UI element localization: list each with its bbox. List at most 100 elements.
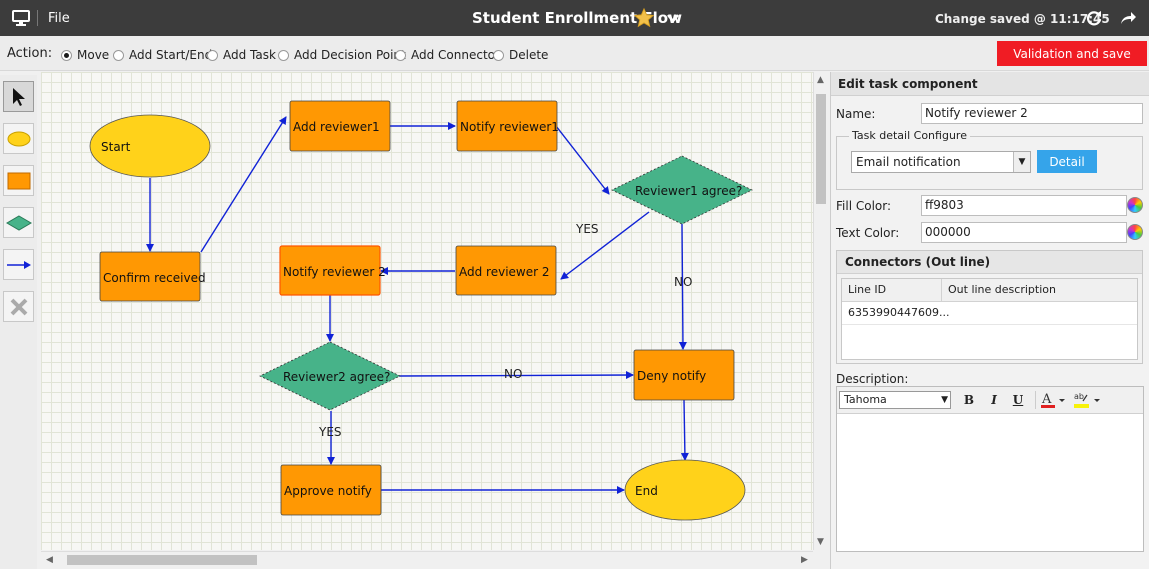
edge-label-rev1-yes: YES: [575, 222, 599, 236]
refresh-icon[interactable]: [1086, 10, 1102, 26]
radio-label: Add Start/End: [129, 48, 213, 62]
font-value: Tahoma: [844, 393, 887, 406]
toolbar-divider: [1035, 391, 1036, 409]
scroll-down-icon[interactable]: ▼: [817, 537, 824, 547]
radio-dot[interactable]: [395, 49, 406, 61]
canvas-horizontal-scrollbar[interactable]: ◀ ▶: [41, 551, 813, 569]
node-label: Add reviewer1: [293, 120, 380, 134]
diamond-tool-icon: [5, 214, 32, 231]
editor-toolbar: Tahoma ▼ B I U A ab: [837, 387, 1143, 414]
radio-add-decision-point[interactable]: Add Decision Point: [278, 48, 406, 62]
highlight-color-icon[interactable]: ab: [1073, 390, 1101, 410]
star-icon[interactable]: [633, 7, 655, 29]
action-label: Action:: [7, 46, 53, 61]
radio-move[interactable]: Move: [61, 48, 109, 62]
scroll-up-icon[interactable]: ▲: [817, 75, 824, 85]
ellipse-tool-icon: [7, 131, 30, 146]
delete-tool-icon: [10, 298, 27, 315]
node-end[interactable]: End: [624, 459, 746, 521]
font-select[interactable]: Tahoma ▼: [839, 391, 951, 409]
canvas-vertical-scrollbar[interactable]: ▲ ▼: [813, 72, 829, 550]
node-approve-notify[interactable]: Approve notify: [280, 464, 382, 516]
flow-canvas[interactable]: YES NO NO YES Start Confirm received Add…: [41, 72, 813, 550]
radio-dot[interactable]: [278, 49, 289, 61]
italic-button[interactable]: I: [986, 392, 1002, 408]
table-cell: 6353990447609...: [848, 306, 950, 319]
radio-delete[interactable]: Delete: [493, 48, 548, 62]
radio-label: Add Task: [223, 48, 276, 62]
rectangle-tool-icon: [7, 172, 30, 189]
flow-diagram: YES NO NO YES Start Confirm received Add…: [89, 100, 753, 521]
task-detail-legend: Task detail Configure: [849, 129, 970, 142]
node-start[interactable]: Start: [89, 114, 211, 178]
radio-label: Delete: [509, 48, 549, 62]
scroll-left-icon[interactable]: ◀: [46, 555, 53, 565]
bold-button[interactable]: B: [961, 392, 977, 408]
node-notify-reviewer1[interactable]: Notify reviewer1: [456, 100, 559, 152]
color-picker-icon[interactable]: [1127, 197, 1143, 213]
node-label: Notify reviewer1: [460, 120, 559, 134]
name-label: Name:: [836, 107, 876, 121]
radio-add-task[interactable]: Add Task: [207, 48, 276, 62]
node-confirm-received[interactable]: Confirm received: [99, 251, 206, 302]
connectors-header: Connectors (Out line): [837, 251, 1142, 274]
name-input[interactable]: Notify reviewer 2: [921, 103, 1143, 124]
node-add-reviewer1[interactable]: Add reviewer1: [289, 100, 391, 152]
underline-button[interactable]: U: [1010, 392, 1026, 408]
node-reviewer1-agree[interactable]: Reviewer1 agree?: [611, 155, 753, 225]
chevron-down-icon: ▼: [1013, 152, 1030, 172]
radio-dot[interactable]: [207, 49, 218, 61]
ellipse-tool[interactable]: [3, 123, 34, 154]
connectors-panel: Connectors (Out line) Line ID Out line d…: [836, 250, 1143, 364]
node-add-reviewer2[interactable]: Add reviewer 2: [455, 245, 557, 296]
description-label: Description:: [836, 372, 909, 386]
fill-color-input[interactable]: ff9803: [921, 195, 1127, 216]
file-menu[interactable]: File: [48, 11, 70, 26]
node-label: Confirm received: [103, 271, 206, 285]
save-status: Change saved @ 11:17:45: [935, 12, 1110, 26]
pointer-tool[interactable]: [3, 81, 34, 112]
chevron-down-icon: ▼: [941, 395, 948, 405]
column-header[interactable]: Out line description: [942, 279, 1137, 301]
connector-tool-icon: [6, 260, 31, 269]
radio-dot[interactable]: [113, 49, 124, 61]
edge-label-rev1-no: NO: [674, 275, 692, 289]
radio-add-connector[interactable]: Add Connector: [395, 48, 500, 62]
connector-notifyrev1-rev1agree[interactable]: [555, 125, 610, 195]
connector-confirm-addrev1[interactable]: [200, 116, 287, 253]
column-header[interactable]: Line ID: [842, 279, 942, 301]
connector-rev1-yes[interactable]: [560, 211, 650, 280]
radio-dot[interactable]: [493, 49, 504, 61]
radio-add-start-end[interactable]: Add Start/End: [113, 48, 212, 62]
table-header: Line ID Out line description: [842, 279, 1137, 302]
table-row[interactable]: 6353990447609...: [842, 302, 1137, 325]
rectangle-tool[interactable]: [3, 165, 34, 196]
connector-tool[interactable]: [3, 249, 34, 280]
edge-label-rev2-no: NO: [504, 367, 522, 381]
scroll-right-icon[interactable]: ▶: [801, 555, 808, 565]
delete-tool[interactable]: [3, 291, 34, 322]
task-type-select[interactable]: Email notification ▼: [851, 151, 1031, 173]
color-picker-icon[interactable]: [1127, 224, 1143, 240]
share-icon[interactable]: [1119, 10, 1137, 26]
radio-label: Add Decision Point: [294, 48, 406, 62]
radio-dot[interactable]: [61, 49, 72, 61]
description-editor[interactable]: Tahoma ▼ B I U A ab: [836, 386, 1144, 552]
node-notify-reviewer2-selected[interactable]: Notify reviewer 2: [279, 245, 386, 296]
validation-and-save-button[interactable]: Validation and save: [997, 41, 1147, 66]
detail-button[interactable]: Detail: [1037, 150, 1097, 173]
scroll-thumb[interactable]: [816, 94, 826, 204]
node-label: Reviewer2 agree?: [283, 370, 390, 384]
scroll-thumb[interactable]: [67, 555, 257, 565]
diamond-tool[interactable]: [3, 207, 34, 238]
font-color-icon[interactable]: A: [1040, 391, 1066, 409]
node-deny-notify[interactable]: Deny notify: [633, 349, 735, 401]
chevron-down-icon[interactable]: [666, 12, 680, 24]
radio-label: Add Connector: [411, 48, 500, 62]
node-reviewer2-agree[interactable]: Reviewer2 agree?: [259, 341, 401, 411]
toolbar-separator: [37, 10, 38, 26]
svg-text:ab: ab: [1074, 392, 1084, 401]
text-color-input[interactable]: 000000: [921, 222, 1127, 243]
monitor-icon[interactable]: [12, 10, 30, 26]
connector-deny-end[interactable]: [680, 399, 689, 461]
